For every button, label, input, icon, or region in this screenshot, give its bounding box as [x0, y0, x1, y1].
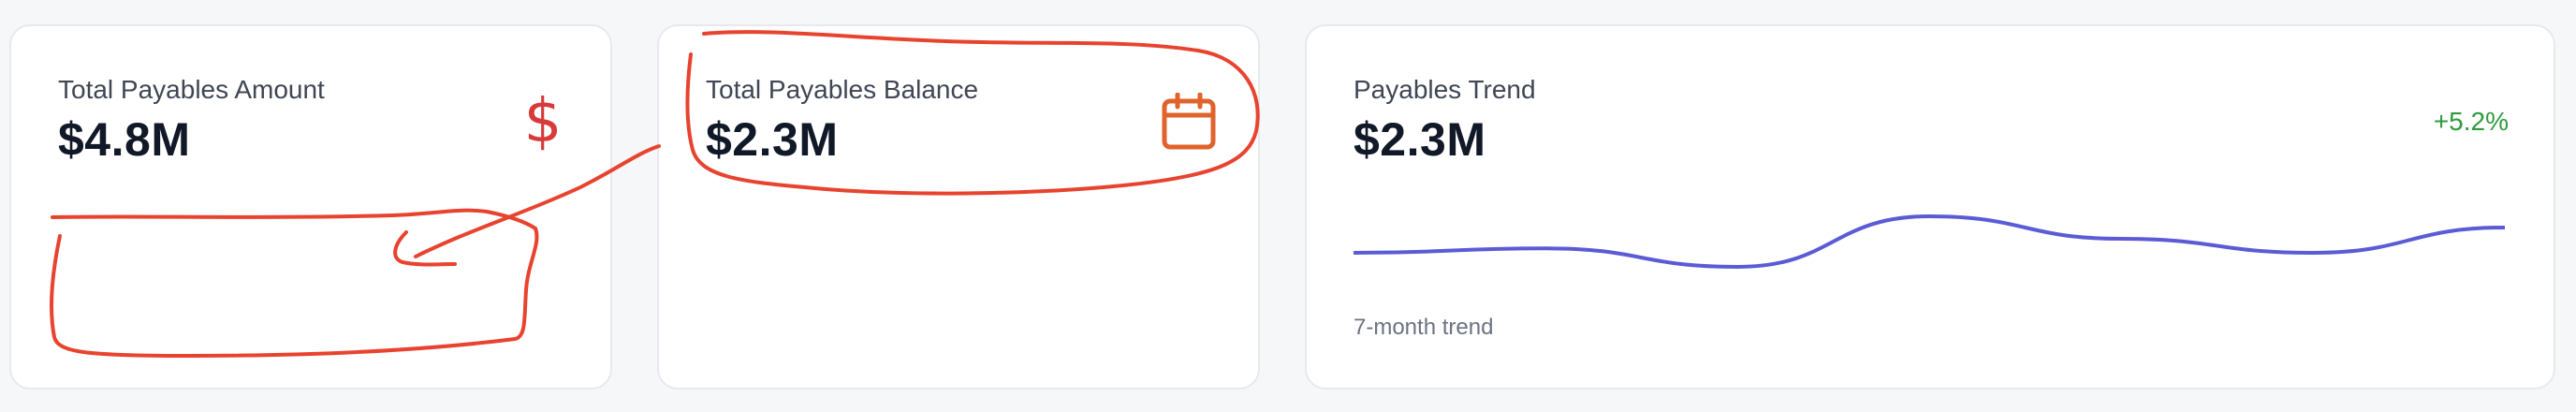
total-payables-amount-card: Total Payables Amount $4.8M $ — [9, 24, 612, 390]
card-title: Payables Trend — [1354, 75, 1536, 104]
trend-sparkline — [1354, 213, 2505, 270]
trend-caption: 7-month trend — [1354, 315, 1494, 340]
card-value: $4.8M — [58, 113, 191, 166]
card-value: $2.3M — [706, 113, 839, 166]
total-payables-balance-card: Total Payables Balance $2.3M — [657, 24, 1260, 390]
dollar-icon: $ — [523, 87, 563, 156]
trend-change-badge: +5.2% — [2433, 107, 2509, 136]
payables-trend-card: Payables Trend $2.3M +5.2% 7-month trend — [1305, 24, 2555, 390]
calendar-icon — [1159, 92, 1219, 152]
card-value: $2.3M — [1354, 113, 1486, 166]
card-title: Total Payables Amount — [58, 75, 325, 104]
card-title: Total Payables Balance — [706, 75, 979, 104]
trend-line — [1354, 213, 2505, 270]
